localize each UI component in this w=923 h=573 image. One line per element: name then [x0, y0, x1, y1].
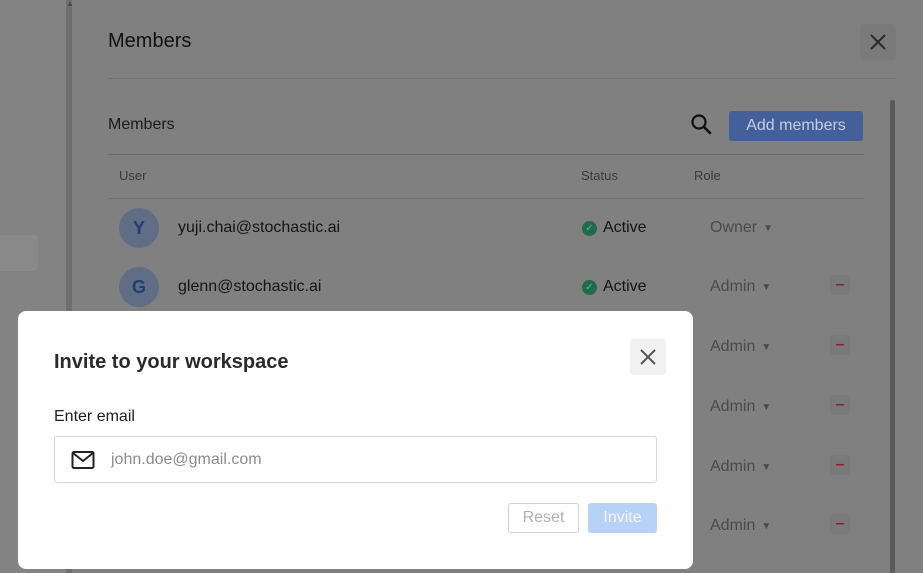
column-header-status: Status	[581, 168, 618, 183]
role-value: Admin	[710, 458, 756, 475]
remove-member-button[interactable]: –	[830, 395, 850, 415]
chevron-down-icon: ▼	[761, 401, 772, 413]
column-header-role: Role	[694, 168, 721, 183]
modal-title: Members	[108, 30, 192, 52]
remove-member-button[interactable]: –	[830, 514, 850, 534]
status-label: Active	[603, 219, 647, 236]
reset-button[interactable]: Reset	[508, 503, 579, 533]
chevron-down-icon: ▼	[761, 461, 772, 473]
chevron-down-icon: ▼	[761, 281, 772, 293]
status-badge: ✓ Active	[582, 219, 647, 237]
role-value: Admin	[710, 338, 756, 355]
section-title: Members	[108, 116, 175, 133]
role-select[interactable]: Admin ▼	[710, 517, 771, 535]
role-value: Admin	[710, 517, 756, 534]
invite-close-button[interactable]	[630, 339, 666, 375]
role-select[interactable]: Admin ▼	[710, 398, 771, 416]
dialog-title: Invite to your workspace	[54, 351, 289, 373]
user-email: glenn@stochastic.ai	[178, 278, 322, 295]
add-members-button[interactable]: Add members	[729, 111, 863, 141]
check-circle-icon: ✓	[582, 279, 597, 295]
chevron-down-icon: ▼	[761, 520, 772, 532]
role-select[interactable]: Admin ▼	[710, 338, 771, 356]
status-badge: ✓ Active	[582, 278, 647, 296]
remove-member-button[interactable]: –	[830, 335, 850, 355]
close-icon	[640, 349, 656, 365]
role-value: Admin	[710, 278, 756, 295]
divider	[108, 78, 896, 79]
divider	[108, 198, 864, 199]
column-header-user: User	[119, 168, 147, 183]
chevron-down-icon: ▼	[761, 341, 772, 353]
role-select[interactable]: Admin ▼	[710, 458, 771, 476]
avatar: G	[119, 267, 159, 307]
left-panel-item	[0, 235, 38, 271]
role-select[interactable]: Admin ▼	[710, 278, 771, 296]
search-icon[interactable]	[690, 113, 712, 135]
role-value: Owner	[710, 219, 758, 236]
email-field-wrapper	[54, 436, 657, 483]
role-select[interactable]: Owner ▼	[710, 219, 773, 237]
role-value: Admin	[710, 398, 756, 415]
avatar: Y	[119, 208, 159, 248]
check-circle-icon: ✓	[582, 220, 597, 236]
table-row: Y yuji.chai@stochastic.ai ✓ Active Owner…	[108, 200, 864, 260]
divider	[108, 154, 864, 155]
table-row: G glenn@stochastic.ai ✓ Active Admin ▼ –	[108, 259, 864, 319]
members-scrollbar[interactable]	[890, 100, 895, 573]
remove-member-button[interactable]: –	[830, 275, 850, 295]
members-close-button[interactable]	[860, 24, 896, 60]
chevron-down-icon: ▼	[763, 222, 774, 234]
user-email: yuji.chai@stochastic.ai	[178, 219, 341, 236]
invite-dialog: Invite to your workspace Enter email Res…	[18, 311, 693, 569]
invite-button[interactable]: Invite	[588, 503, 657, 533]
close-icon	[870, 34, 886, 50]
email-input[interactable]	[109, 447, 643, 473]
mail-icon	[71, 451, 95, 469]
email-label: Enter email	[54, 408, 135, 425]
remove-member-button[interactable]: –	[830, 455, 850, 475]
status-label: Active	[603, 278, 647, 295]
